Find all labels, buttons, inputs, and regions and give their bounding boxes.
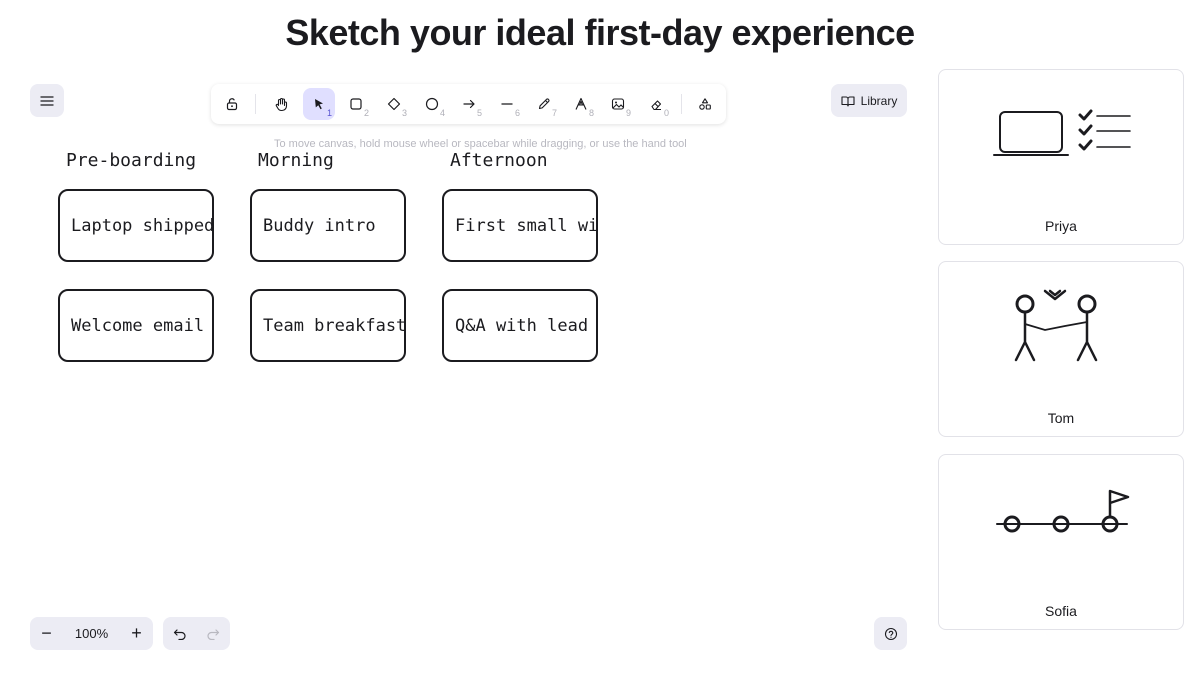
card-first-small-win[interactable]: First small win xyxy=(442,189,598,262)
redo-button[interactable] xyxy=(196,617,229,650)
hand-icon xyxy=(275,97,287,111)
timeline-flag-sketch xyxy=(996,489,1130,533)
undo-icon xyxy=(173,628,186,640)
toolbar: 1 2 3 4 5 6 7 8 9 0 xyxy=(211,84,726,124)
pencil-icon xyxy=(538,98,550,110)
tool-shortcut: 0 xyxy=(663,108,669,118)
page-title: Sketch your ideal first-day experience xyxy=(285,12,915,53)
tool-extra[interactable] xyxy=(689,88,721,120)
laptop-checklist-sketch xyxy=(993,109,1131,156)
tool-eraser[interactable]: 0 xyxy=(640,88,672,120)
handshake-sketch xyxy=(1014,289,1098,362)
main-menu-button[interactable] xyxy=(30,84,64,117)
ellipse-icon xyxy=(425,97,439,111)
tool-diamond[interactable]: 3 xyxy=(378,88,410,120)
tool-shortcut: 5 xyxy=(476,108,482,118)
canvas-hint: To move canvas, hold mouse wheel or spac… xyxy=(274,138,687,150)
tool-shortcut: 1 xyxy=(326,108,332,118)
diamond-icon xyxy=(387,97,401,111)
tool-hand[interactable] xyxy=(265,88,297,120)
zoom-controls: − 100% + xyxy=(30,617,153,650)
tool-lock[interactable] xyxy=(216,88,248,120)
redo-icon xyxy=(206,628,219,640)
tool-image[interactable]: 9 xyxy=(602,88,634,120)
column-label-morning[interactable]: Morning xyxy=(258,150,334,171)
tool-line[interactable]: 6 xyxy=(491,88,523,120)
participant-name: Sofia xyxy=(1045,603,1077,619)
column-label-pre-boarding[interactable]: Pre-boarding xyxy=(66,150,196,171)
book-icon xyxy=(841,95,855,107)
participant-name: Priya xyxy=(1045,218,1077,234)
tool-shortcut: 2 xyxy=(363,108,369,118)
extra-tools-icon xyxy=(699,98,711,110)
zoom-in-button[interactable]: + xyxy=(120,617,153,650)
tool-ellipse[interactable]: 4 xyxy=(416,88,448,120)
hamburger-icon xyxy=(40,95,54,106)
tool-shortcut: 7 xyxy=(551,108,557,118)
participant-card-priya[interactable]: Priya xyxy=(938,69,1184,245)
lock-icon xyxy=(226,98,238,111)
image-icon xyxy=(611,98,625,110)
card-qa-with-lead[interactable]: Q&A with lead xyxy=(442,289,598,362)
tool-rectangle[interactable]: 2 xyxy=(340,88,372,120)
tool-text[interactable]: 8 xyxy=(565,88,597,120)
toolbar-divider xyxy=(255,94,256,114)
library-button[interactable]: Library xyxy=(831,84,907,117)
rectangle-icon xyxy=(350,98,362,110)
tool-shortcut: 4 xyxy=(439,108,445,118)
line-icon xyxy=(501,103,513,105)
tool-arrow[interactable]: 5 xyxy=(453,88,485,120)
text-icon xyxy=(575,97,587,110)
card-team-breakfast[interactable]: Team breakfast xyxy=(250,289,406,362)
undo-button[interactable] xyxy=(163,617,196,650)
column-label-afternoon[interactable]: Afternoon xyxy=(450,150,548,171)
tool-selection[interactable]: 1 xyxy=(303,88,335,120)
tool-shortcut: 6 xyxy=(514,108,520,118)
participant-card-tom[interactable]: Tom xyxy=(938,261,1184,437)
undo-redo-controls xyxy=(163,617,230,650)
zoom-level[interactable]: 100% xyxy=(63,626,120,641)
selection-icon xyxy=(315,99,323,110)
zoom-out-button[interactable]: − xyxy=(30,617,63,650)
tool-shortcut: 8 xyxy=(588,108,594,118)
library-label: Library xyxy=(860,93,898,108)
help-icon xyxy=(884,627,897,640)
tool-shortcut: 9 xyxy=(625,108,631,118)
participant-card-sofia[interactable]: Sofia xyxy=(938,454,1184,630)
participant-name: Tom xyxy=(1047,410,1075,426)
card-buddy-intro[interactable]: Buddy intro xyxy=(250,189,406,262)
toolbar-divider xyxy=(681,94,682,114)
card-laptop-shipped[interactable]: Laptop shipped xyxy=(58,189,214,262)
arrow-icon xyxy=(463,99,475,109)
tool-pencil[interactable]: 7 xyxy=(528,88,560,120)
eraser-icon xyxy=(651,100,662,111)
tool-shortcut: 3 xyxy=(401,108,407,118)
help-button[interactable] xyxy=(874,617,907,650)
card-welcome-email[interactable]: Welcome email xyxy=(58,289,214,362)
